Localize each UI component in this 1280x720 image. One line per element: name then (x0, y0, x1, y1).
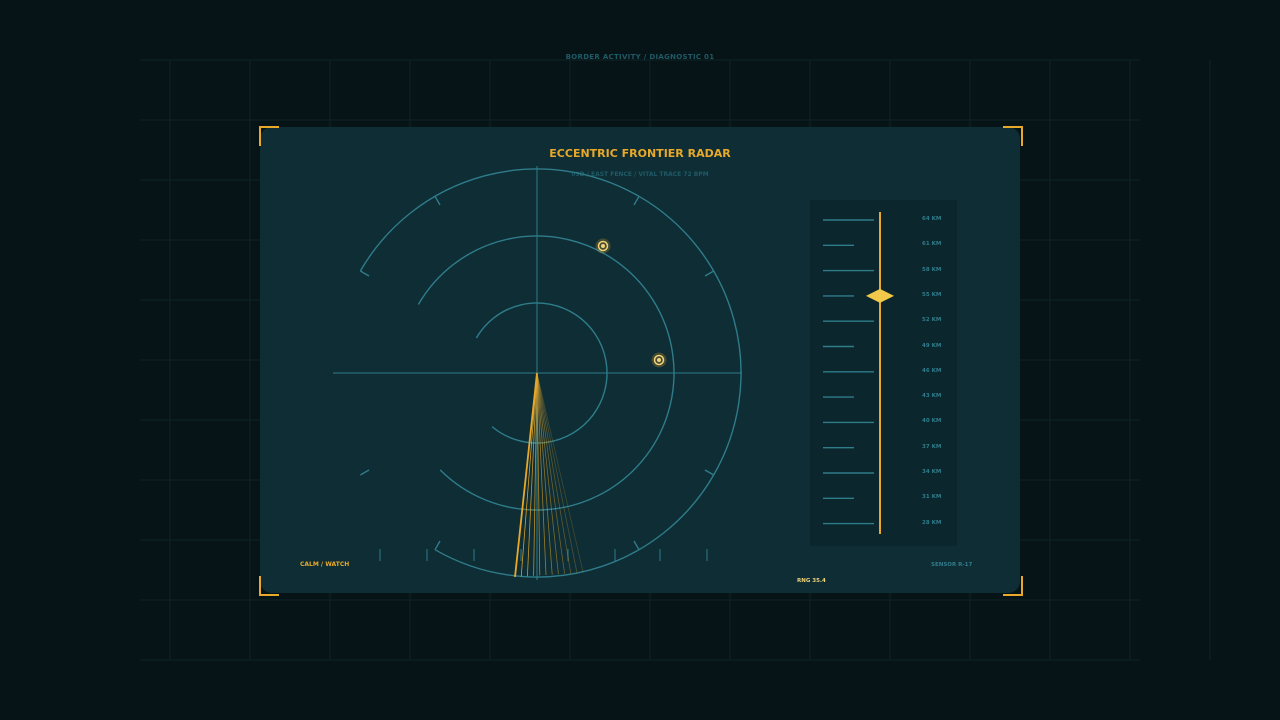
range-scale-panel: 64 KM 61 KM 58 KM 55 KM 52 KM 49 KM 46 KM 43 KM… (810, 200, 957, 546)
range-readout: RNG 35.4 (797, 578, 826, 584)
range-slider-handle[interactable] (866, 288, 894, 303)
radar-scope (333, 166, 742, 580)
range-scale-label: 37 KM (922, 443, 942, 450)
range-scale-label: 49 KM (922, 342, 942, 349)
ring-tick (704, 270, 715, 277)
range-scale-label: 40 KM (922, 418, 942, 425)
range-scale-label: 31 KM (922, 494, 942, 501)
range-scale-label: 28 KM (922, 519, 942, 526)
sweep-beam-line (536, 372, 578, 574)
ring-tick (434, 195, 441, 206)
ring-tick (359, 469, 370, 476)
ring-tick (633, 540, 640, 551)
mode-status: CALM / WATCH (300, 561, 350, 568)
range-scale-label: 43 KM (922, 393, 942, 400)
sensor-id: SENSOR R-17 (931, 562, 973, 568)
range-scale-label: 55 KM (922, 291, 942, 298)
ring-tick (434, 540, 441, 551)
range-scale-label: 46 KM (922, 367, 942, 374)
ring-tick (633, 195, 640, 206)
range-scale-label: 64 KM (922, 216, 942, 222)
sweep-beam-line (536, 372, 572, 574)
ring-tick (359, 270, 370, 277)
ring-tick (704, 469, 715, 476)
range-scale-label: 58 KM (922, 266, 942, 273)
contact-dot (657, 358, 661, 362)
contact-dot (601, 244, 605, 248)
range-scale-label: 34 KM (922, 469, 942, 475)
range-scale-label: 52 KM (922, 317, 942, 324)
range-scale-label: 61 KM (922, 241, 942, 248)
sweep-beam-line (536, 372, 559, 575)
